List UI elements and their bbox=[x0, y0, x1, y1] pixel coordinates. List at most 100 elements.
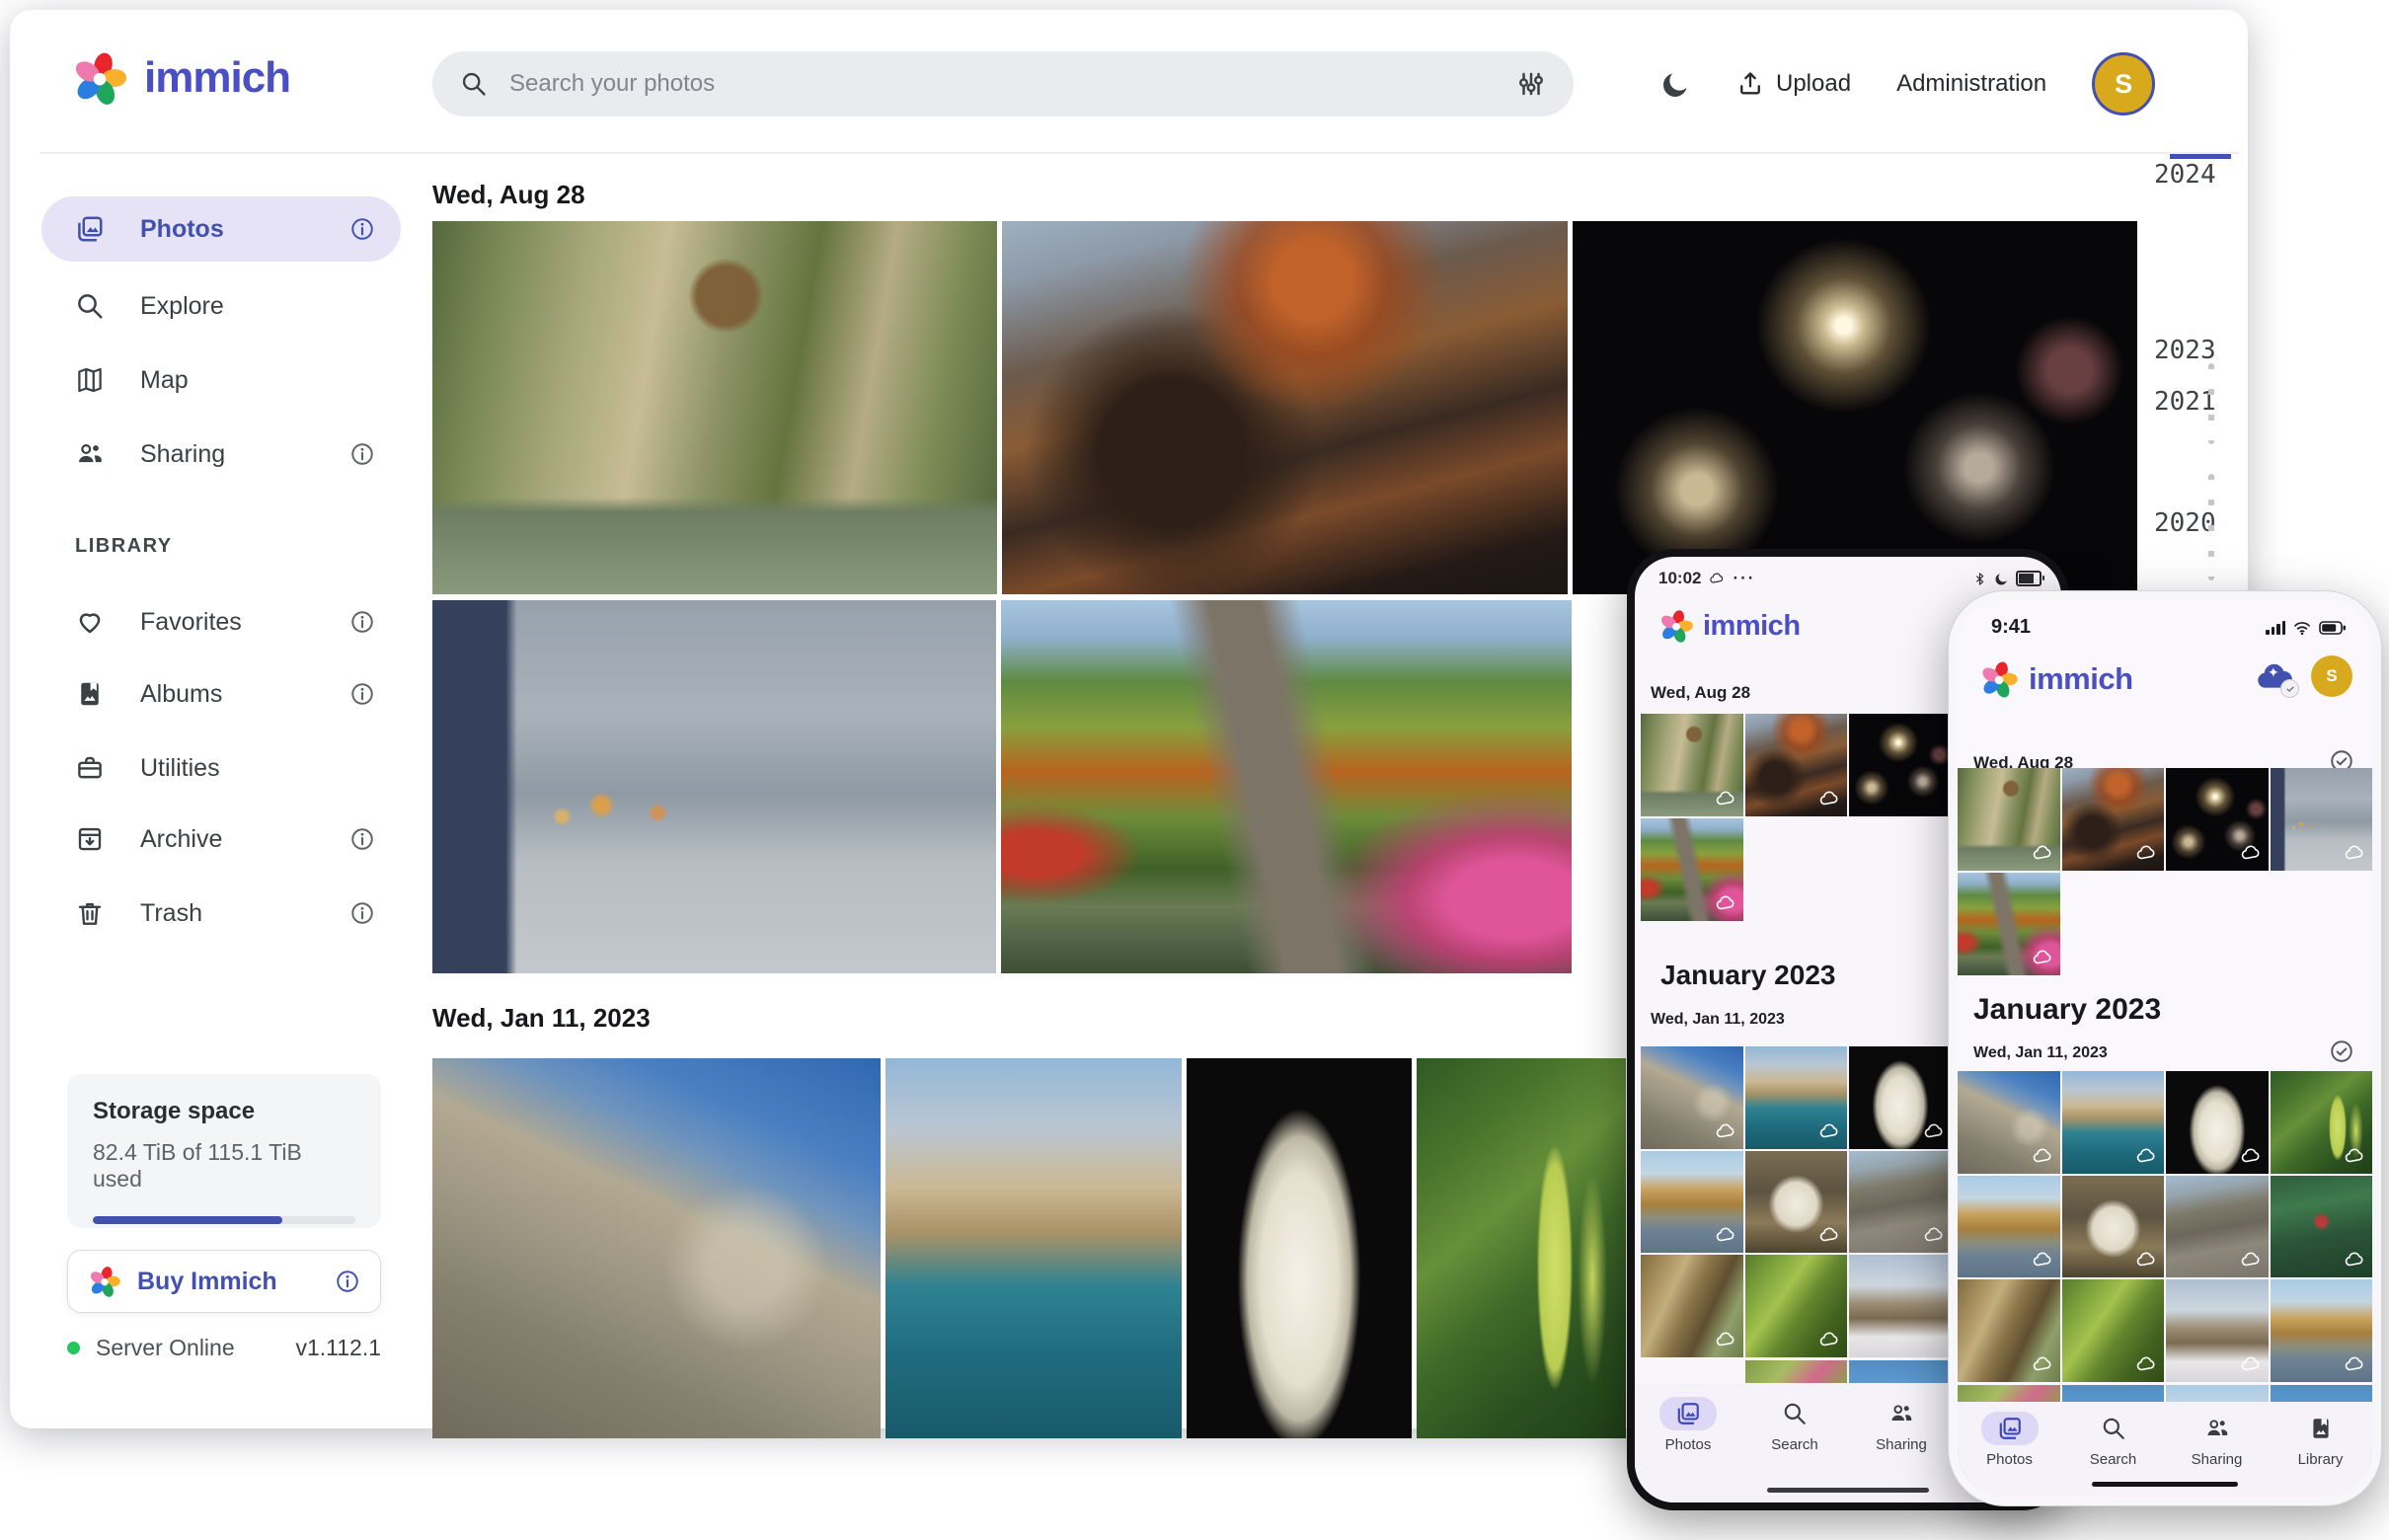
phone2-header-actions: ✦ S bbox=[2252, 655, 2352, 697]
timeline-year[interactable]: 2020 bbox=[2154, 508, 2216, 538]
photo-autumn-garden-path[interactable] bbox=[1958, 873, 2060, 975]
photo-monkeys-jungle[interactable] bbox=[1958, 768, 2060, 871]
photo-holding-hands-dusk[interactable] bbox=[2271, 768, 2373, 871]
nav-item-sharing[interactable]: Sharing bbox=[1873, 1397, 1930, 1453]
photo-beach-cliff[interactable] bbox=[1641, 1151, 1743, 1254]
backup-cloud-button[interactable]: ✦ bbox=[2252, 656, 2297, 696]
photo-fireworks-night[interactable] bbox=[1849, 714, 1952, 816]
photo-ruined-wall[interactable] bbox=[2166, 1176, 2269, 1278]
sidebar-item-sharing[interactable]: Sharing bbox=[41, 422, 401, 487]
app-logo[interactable]: immich bbox=[71, 49, 290, 107]
photo-fortress-walls[interactable] bbox=[432, 1058, 881, 1438]
photo-marble-bust[interactable] bbox=[1187, 1058, 1412, 1438]
photo-fireworks-night[interactable] bbox=[2166, 768, 2269, 871]
nav-item-photos[interactable]: Photos bbox=[1981, 1412, 2039, 1468]
photo-fireworks-night[interactable] bbox=[1573, 221, 2137, 594]
photo-sea-grapes-leaves[interactable] bbox=[1417, 1058, 1626, 1438]
photo-ruined-wall[interactable] bbox=[1849, 1151, 1952, 1254]
sidebar-item-explore[interactable]: Explore bbox=[41, 273, 401, 339]
cloud-backup-icon bbox=[2032, 947, 2053, 968]
cloud-backup-icon bbox=[1923, 1224, 1945, 1246]
photo-sea-grapes-leaves[interactable] bbox=[2271, 1071, 2373, 1174]
sidebar-item-photos[interactable]: Photos bbox=[41, 196, 401, 262]
photo-holding-hands-dusk[interactable] bbox=[432, 600, 996, 973]
sidebar-item-archive[interactable]: Archive bbox=[41, 807, 401, 872]
search-bar[interactable]: Search your photos bbox=[432, 51, 1574, 116]
phone2-status-bar: 9:41 bbox=[1991, 616, 2347, 639]
photo-fortress-walls[interactable] bbox=[1641, 1046, 1743, 1149]
sidebar-item-utilities[interactable]: Utilities bbox=[41, 735, 401, 801]
photo-autumn-dinner-table[interactable] bbox=[1002, 221, 1567, 594]
cloud-backup-icon bbox=[1715, 1120, 1736, 1142]
timeline-scrubber-indicator[interactable] bbox=[2170, 154, 2231, 159]
info-icon[interactable] bbox=[349, 441, 375, 467]
photo-autumn-garden-path[interactable] bbox=[1001, 600, 1572, 973]
buy-immich-button[interactable]: Buy Immich bbox=[67, 1250, 381, 1313]
sync-check-badge bbox=[2280, 679, 2299, 698]
info-icon[interactable] bbox=[349, 216, 375, 242]
search-filter-button[interactable] bbox=[1516, 69, 1546, 99]
timeline-tick-dots bbox=[2208, 363, 2214, 444]
photo-autumn-dinner-table[interactable] bbox=[2062, 768, 2165, 871]
people-icon bbox=[2204, 1416, 2230, 1441]
photo-coastal-town-bay[interactable] bbox=[1745, 1046, 1848, 1149]
photo-marble-bust[interactable] bbox=[2166, 1071, 2269, 1174]
photo-fortress-walls[interactable] bbox=[1958, 1071, 2060, 1174]
photo-lizard-on-log[interactable] bbox=[1958, 1279, 2060, 1382]
nav-label: Search bbox=[1771, 1436, 1818, 1453]
photo-beach-cliff[interactable] bbox=[2271, 1279, 2373, 1382]
info-icon[interactable] bbox=[349, 826, 375, 852]
photo-autumn-dinner-table[interactable] bbox=[1745, 714, 1848, 816]
photo-white-stone-sculpture[interactable] bbox=[1745, 1151, 1848, 1254]
sidebar-item-albums[interactable]: Albums bbox=[41, 661, 401, 727]
photo-marble-bust[interactable] bbox=[1849, 1046, 1952, 1149]
sidebar-item-trash[interactable]: Trash bbox=[41, 881, 401, 946]
upload-button[interactable]: Upload bbox=[1736, 70, 1851, 98]
app-logo-wordmark: immich bbox=[2029, 661, 2133, 697]
nav-item-library[interactable]: Library bbox=[2292, 1412, 2350, 1468]
cloud-backup-icon bbox=[2344, 1353, 2365, 1375]
photo-beach-cliff[interactable] bbox=[1958, 1176, 2060, 1278]
timeline-year[interactable]: 2023 bbox=[2154, 336, 2216, 365]
photo-coastal-town-bay[interactable] bbox=[886, 1058, 1182, 1438]
nav-item-sharing[interactable]: Sharing bbox=[2189, 1412, 2246, 1468]
storage-space-card: Storage space 82.4 TiB of 115.1 TiB used bbox=[67, 1074, 381, 1228]
nav-item-search[interactable]: Search bbox=[2085, 1412, 2142, 1468]
select-all-check-icon[interactable] bbox=[2329, 1039, 2354, 1064]
timeline-year-current[interactable]: 2024 bbox=[2154, 160, 2216, 190]
nav-item-photos[interactable]: Photos bbox=[1659, 1397, 1717, 1453]
search-input[interactable]: Search your photos bbox=[509, 70, 1495, 98]
user-avatar[interactable]: S bbox=[2311, 655, 2352, 697]
theme-toggle-button[interactable] bbox=[1660, 69, 1691, 100]
photo-monkeys-jungle[interactable] bbox=[1641, 714, 1743, 816]
photo-decorated-tree[interactable] bbox=[2271, 1176, 2373, 1278]
cloud-backup-icon bbox=[2135, 842, 2157, 864]
photo-lizard-on-log[interactable] bbox=[1641, 1255, 1743, 1357]
month-header: January 2023 bbox=[1660, 960, 1835, 991]
sidebar-item-favorites[interactable]: Favorites bbox=[41, 589, 401, 654]
photo-autumn-garden-path[interactable] bbox=[1641, 818, 1743, 921]
sidebar-item-map[interactable]: Map bbox=[41, 347, 401, 413]
home-indicator[interactable] bbox=[1767, 1488, 1929, 1493]
photo-coastal-town-bay[interactable] bbox=[2062, 1071, 2165, 1174]
info-icon[interactable] bbox=[349, 681, 375, 707]
info-icon[interactable] bbox=[335, 1269, 360, 1294]
administration-button[interactable]: Administration bbox=[1896, 70, 2046, 98]
map-icon bbox=[75, 365, 105, 395]
wifi-icon bbox=[2292, 618, 2312, 638]
cloud-backup-icon bbox=[2032, 842, 2053, 864]
user-avatar[interactable]: S bbox=[2092, 52, 2155, 116]
info-icon[interactable] bbox=[349, 609, 375, 635]
storage-progress-bar bbox=[93, 1216, 355, 1224]
info-icon[interactable] bbox=[349, 900, 375, 926]
photo-snowy-village-church[interactable] bbox=[1849, 1255, 1952, 1357]
nav-item-search[interactable]: Search bbox=[1766, 1397, 1823, 1453]
photo-lizard-on-moss[interactable] bbox=[2062, 1279, 2165, 1382]
photo-white-stone-sculpture[interactable] bbox=[2062, 1176, 2165, 1278]
home-indicator[interactable] bbox=[2092, 1482, 2238, 1487]
photo-lizard-on-moss[interactable] bbox=[1745, 1255, 1848, 1357]
timeline-year[interactable]: 2021 bbox=[2154, 387, 2216, 417]
photo-snowy-village-church[interactable] bbox=[2166, 1279, 2269, 1382]
photo-monkeys-jungle[interactable] bbox=[432, 221, 997, 594]
cloud-backup-icon bbox=[1818, 1224, 1840, 1246]
